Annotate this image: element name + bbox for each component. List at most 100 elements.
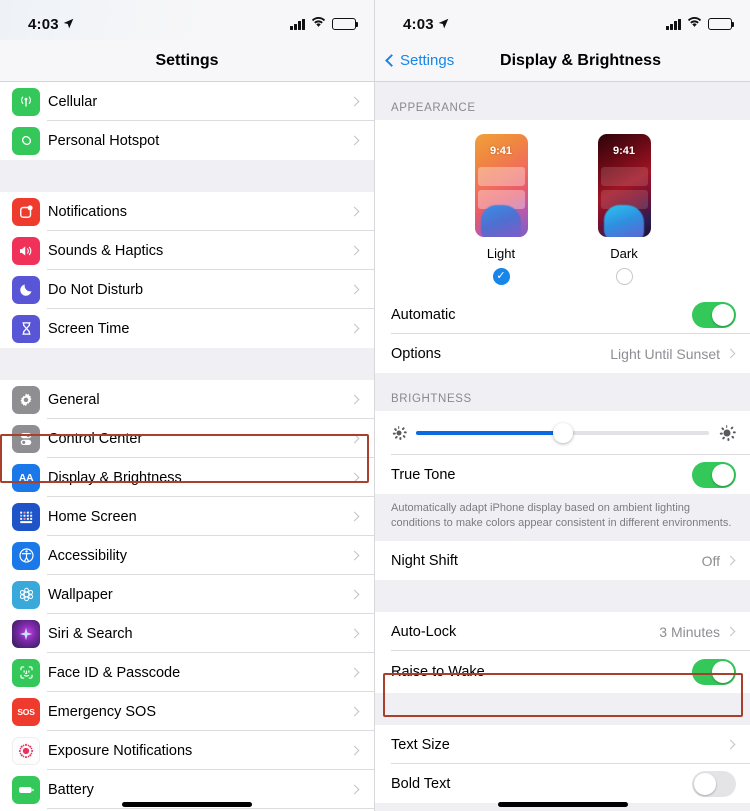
appearance-option-label: Light	[486, 246, 516, 261]
status-indicators-left	[290, 15, 359, 33]
chevron-left-icon	[385, 54, 398, 67]
status-indicators-right	[666, 15, 735, 33]
true-tone-description: Automatically adapt iPhone display based…	[375, 494, 750, 542]
row-text-size[interactable]: Text Size	[375, 725, 750, 765]
sidebar-item-label: Siri & Search	[48, 625, 133, 642]
brightness-high-icon	[719, 425, 736, 441]
night-shift-value: Off	[701, 552, 720, 569]
sidebar-item-control-center[interactable]: Control Center	[0, 419, 374, 458]
sidebar-item-label: General	[48, 391, 100, 408]
sidebar-item-label: Battery	[48, 781, 94, 798]
location-arrow-icon	[438, 16, 449, 33]
cellular-icon	[12, 87, 40, 116]
sos-glyph: SOS	[17, 706, 35, 717]
face-id-passcode-icon	[12, 658, 40, 687]
siri-search-icon	[12, 619, 40, 648]
chevron-right-icon	[349, 135, 360, 146]
chevron-right-icon	[349, 706, 360, 717]
chevron-right-icon	[349, 394, 360, 405]
display-settings-list[interactable]: APPEARANCE 9:41 Light ✓ 9:41 Dark Automa…	[375, 82, 750, 811]
row-auto-lock[interactable]: Auto-Lock 3 Minutes	[375, 612, 750, 652]
brightness-track[interactable]	[416, 423, 709, 443]
sidebar-item-label: Sounds & Haptics	[48, 242, 164, 259]
sidebar-item-notifications[interactable]: Notifications	[0, 192, 374, 231]
sidebar-item-label: Notifications	[48, 203, 127, 220]
row-bold-text[interactable]: Bold Text	[375, 764, 750, 804]
automatic-toggle[interactable]	[692, 301, 736, 328]
sidebar-item-screen-time[interactable]: Screen Time	[0, 309, 374, 348]
sidebar-item-wallpaper[interactable]: Wallpaper	[0, 575, 374, 614]
emergency-sos-icon: SOS	[12, 697, 40, 726]
sidebar-item-accessibility[interactable]: Accessibility	[0, 536, 374, 575]
brightness-slider-row[interactable]	[375, 411, 750, 455]
dual-screenshot: 4:03 Settings Cellular Personal Hotspot …	[0, 0, 750, 811]
raise-to-wake-toggle[interactable]	[692, 659, 736, 686]
sidebar-item-label: Screen Time	[48, 320, 130, 337]
sidebar-item-face-id-passcode[interactable]: Face ID & Passcode	[0, 653, 374, 692]
bold-text-toggle[interactable]	[692, 770, 736, 797]
options-label: Options	[391, 345, 441, 362]
chevron-right-icon	[349, 284, 360, 295]
sidebar-item-label: Home Screen	[48, 508, 137, 525]
light-radio-selected[interactable]: ✓	[492, 268, 510, 285]
appearance-option-dark[interactable]: 9:41 Dark	[597, 134, 651, 285]
status-bar-left: 4:03	[0, 0, 374, 40]
appearance-option-label: Dark	[610, 246, 638, 261]
row-automatic[interactable]: Automatic	[375, 295, 750, 334]
night-shift-label: Night Shift	[391, 552, 458, 569]
sidebar-item-personal-hotspot[interactable]: Personal Hotspot	[0, 121, 374, 160]
dark-radio-unselected[interactable]	[615, 268, 633, 285]
cellular-bars-icon	[666, 18, 681, 30]
display-brightness-icon: AA	[12, 463, 40, 492]
sidebar-item-label: Emergency SOS	[48, 703, 156, 720]
preview-time: 9:41	[612, 145, 636, 157]
notifications-icon	[12, 197, 40, 226]
appearance-option-light[interactable]: 9:41 Light ✓	[474, 134, 528, 285]
accessibility-icon	[12, 541, 40, 570]
chevron-right-icon	[349, 245, 360, 256]
sidebar-item-do-not-disturb[interactable]: Do Not Disturb	[0, 270, 374, 309]
section-gap	[0, 348, 374, 380]
chevron-right-icon	[349, 511, 360, 522]
chevron-right-icon	[349, 745, 360, 756]
brightness-slider-knob[interactable]	[552, 423, 573, 443]
battery-icon	[708, 18, 735, 30]
sidebar-item-exposure-notifications[interactable]: Exposure Notifications	[0, 731, 374, 770]
exposure-notifications-icon	[12, 736, 40, 765]
appearance-options: 9:41 Light ✓ 9:41 Dark	[375, 120, 750, 295]
battery-icon	[332, 18, 359, 30]
general-gear-icon	[12, 385, 40, 414]
sidebar-item-cellular[interactable]: Cellular	[0, 82, 374, 121]
bold-text-label: Bold Text	[391, 775, 451, 792]
home-screen-icon	[12, 502, 40, 531]
wifi-icon	[311, 15, 326, 33]
sidebar-item-general[interactable]: General	[0, 380, 374, 419]
status-bar-right: 4:03	[375, 0, 750, 40]
true-tone-label: True Tone	[391, 466, 456, 483]
row-night-shift[interactable]: Night Shift Off	[375, 541, 750, 581]
sidebar-item-emergency-sos[interactable]: SOS Emergency SOS	[0, 692, 374, 731]
do-not-disturb-icon	[12, 275, 40, 304]
sidebar-item-sounds-haptics[interactable]: Sounds & Haptics	[0, 231, 374, 270]
section-gap	[375, 580, 750, 613]
sidebar-item-label: Exposure Notifications	[48, 742, 193, 759]
row-options[interactable]: Options Light Until Sunset	[375, 334, 750, 373]
status-time-right: 4:03	[403, 16, 449, 33]
battery-settings-icon	[12, 775, 40, 804]
settings-list[interactable]: Cellular Personal Hotspot Notifications …	[0, 82, 374, 811]
sidebar-item-display-brightness[interactable]: AA Display & Brightness	[0, 458, 374, 497]
sidebar-item-label: Do Not Disturb	[48, 281, 144, 298]
sidebar-item-siri-search[interactable]: Siri & Search	[0, 614, 374, 653]
row-raise-to-wake[interactable]: Raise to Wake	[375, 651, 750, 694]
home-indicator	[497, 802, 628, 807]
sounds-haptics-icon	[12, 236, 40, 265]
dark-preview-thumbnail: 9:41	[597, 134, 651, 237]
row-true-tone[interactable]: True Tone	[375, 455, 750, 494]
sidebar-item-home-screen[interactable]: Home Screen	[0, 497, 374, 536]
chevron-right-icon	[349, 550, 360, 561]
back-button-label: Settings	[400, 52, 455, 69]
true-tone-toggle[interactable]	[692, 461, 736, 488]
chevron-right-icon	[349, 589, 360, 600]
back-button[interactable]: Settings	[385, 52, 455, 69]
settings-group-system: General Control Center AA Display & Brig…	[0, 380, 374, 811]
